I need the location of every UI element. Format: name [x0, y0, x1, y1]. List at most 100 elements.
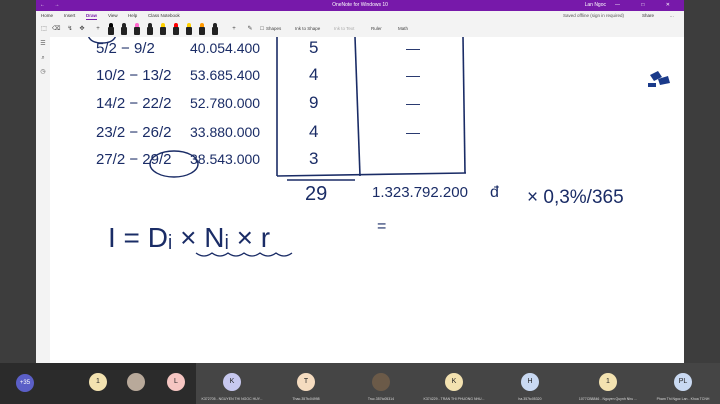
pen-body: [108, 27, 114, 35]
lasso-tool-icon[interactable]: ↯: [66, 23, 74, 35]
participant-tile[interactable]: T Thao.357tc04998: [268, 363, 344, 404]
participant-avatar: H: [521, 373, 539, 391]
ruler-button[interactable]: Ruler: [371, 23, 382, 35]
window-controls[interactable]: — □ ✕: [615, 0, 680, 11]
participant-name: ha.357tc05320: [518, 397, 542, 401]
row-date-range: 5/2 − 9/2: [96, 40, 155, 57]
pan-icon[interactable]: ✥: [78, 23, 86, 35]
recent-icon[interactable]: ◷: [36, 65, 50, 79]
row-mark: —: [406, 124, 420, 140]
interest-formula: I = Dᵢ × Nᵢ × r: [108, 222, 270, 253]
formula-squiggle-underline: [195, 252, 293, 257]
participant-tile[interactable]: PL Pham Thi Ngoc Lan - Khoa TCNH: [646, 363, 720, 404]
row-days: 5: [309, 38, 318, 57]
row-amount: 38.543.000: [190, 151, 260, 167]
row-date-range: 14/2 − 22/2: [96, 95, 171, 112]
row-mark: —: [406, 67, 420, 83]
pen-body: [121, 27, 127, 35]
shapes-button[interactable]: Shapes: [266, 23, 281, 35]
tab-insert[interactable]: Insert: [64, 11, 75, 21]
participant-tile[interactable]: 1: [80, 363, 116, 404]
user-name[interactable]: Lan Ngoc: [585, 0, 606, 11]
math-button[interactable]: Math: [398, 23, 408, 35]
ink-to-shape-button[interactable]: Ink to Shape: [295, 23, 320, 35]
ribbon-tabs: Home Insert Draw View Help Class Noteboo…: [36, 11, 684, 21]
pen-1[interactable]: [108, 23, 114, 35]
participant-avatar: L: [167, 373, 185, 391]
participant-avatar: K: [223, 373, 241, 391]
tab-help[interactable]: Help: [128, 11, 137, 21]
title-bar: ← → OneNote for Windows 10 Lan Ngoc — □ …: [36, 0, 684, 11]
ink-to-text-button[interactable]: Ink to Text: [334, 23, 354, 35]
participant-tile[interactable]: K K372705 - NGUYEN THI NGOC HUY...: [196, 363, 268, 404]
pen-body: [199, 27, 205, 35]
pen-body: [186, 27, 192, 35]
pen-8[interactable]: [199, 23, 205, 35]
left-rail: ☰ ⌕ ◷: [36, 37, 50, 363]
participant-name: K372705 - NGUYEN THI NGOC HUY...: [201, 397, 263, 401]
row-amount: 40.054.400: [190, 40, 260, 56]
participant-avatar: T: [297, 373, 315, 391]
highlighter-icon[interactable]: ✎: [246, 23, 254, 35]
row-date-range: 23/2 − 26/2: [96, 124, 171, 141]
shapes-icon[interactable]: □: [258, 23, 266, 35]
pen-body: [160, 27, 166, 35]
search-icon[interactable]: ⌕: [36, 51, 50, 65]
participant-tile[interactable]: K K374229 - TRAN THI PHUONG NHU...: [418, 363, 490, 404]
share-button[interactable]: Share: [642, 11, 654, 21]
pen-body: [147, 27, 153, 35]
participant-name: Pham Thi Ngoc Lan - Khoa TCNH: [656, 397, 710, 401]
formula-equals: =: [377, 218, 386, 235]
more-participants-badge[interactable]: +35: [16, 374, 34, 392]
row-amount: 53.685.400: [190, 67, 260, 83]
hamburger-icon[interactable]: ☰: [36, 37, 50, 51]
eraser-icon[interactable]: ⌫: [52, 23, 60, 35]
pen-body: [212, 27, 218, 35]
pen-2[interactable]: [121, 23, 127, 35]
more-options-button[interactable]: …: [670, 11, 675, 21]
row-days: 3: [309, 149, 318, 168]
pen-4[interactable]: [147, 23, 153, 35]
pen-5[interactable]: [160, 23, 166, 35]
participant-name: Truc.357tc05314: [367, 397, 395, 401]
pen-9[interactable]: [212, 23, 218, 35]
add-pen-icon-2[interactable]: +: [230, 23, 238, 35]
tab-draw[interactable]: Draw: [86, 11, 98, 20]
participant-avatar: K: [445, 373, 463, 391]
row-amount: 33.880.000: [190, 124, 260, 140]
participant-tile[interactable]: Hha.357tc05320: [490, 363, 570, 404]
pen-6[interactable]: [173, 23, 179, 35]
row-days: 4: [309, 65, 318, 84]
participant-strip: 1 L K K372705 - NGUYEN THI NGOC HUY... T Thao…: [0, 363, 720, 404]
tab-view[interactable]: View: [108, 11, 118, 21]
row-days: 9: [309, 93, 318, 112]
pen-7[interactable]: [186, 23, 192, 35]
save-status: Saved offline (sign in required): [563, 13, 624, 18]
participant-avatar: PL: [674, 373, 692, 391]
participant-name: 1077CB8846 - Nguyen Quynh Nhu ...: [578, 397, 638, 401]
participant-avatar: 1: [89, 373, 107, 391]
participant-tile[interactable]: 1 1077CB8846 - Nguyen Quynh Nhu ...: [570, 363, 646, 404]
participant-tile[interactable]: L: [156, 363, 196, 404]
draw-toolbar: ⬚ ⌫ ↯ ✥ + + ✎ □ Shapes Ink to Shape Ink …: [36, 21, 684, 38]
participant-tile[interactable]: [116, 363, 156, 404]
margin-scribble: [648, 71, 670, 87]
note-canvas[interactable]: 5/2 − 9/2 40.054.400 5 — 10/2 − 13/2 53.685.4…: [50, 37, 684, 363]
add-pen-icon[interactable]: +: [94, 23, 102, 35]
row-days: 4: [309, 122, 318, 141]
tab-home[interactable]: Home: [41, 11, 53, 21]
currency-symbol: đ: [490, 184, 499, 201]
participant-name: Thao.357tc04998: [292, 397, 320, 401]
participant-avatar: [372, 373, 390, 391]
rate-expression: × 0,3%/365: [527, 187, 624, 208]
row-amount: 52.780.000: [190, 95, 260, 111]
participant-avatar: [127, 373, 145, 391]
pen-3[interactable]: [134, 23, 140, 35]
ink-layer: 5/2 − 9/2 40.054.400 5 — 10/2 − 13/2 53.685.4…: [87, 37, 670, 257]
participant-tile[interactable]: Truc.357tc05314: [344, 363, 418, 404]
row-mark: —: [406, 40, 420, 56]
lasso-select-icon[interactable]: ⬚: [40, 23, 48, 35]
pen-body: [134, 27, 140, 35]
tab-class-notebook[interactable]: Class Notebook: [148, 11, 180, 21]
total-amount: 1.323.792.200: [372, 184, 468, 201]
